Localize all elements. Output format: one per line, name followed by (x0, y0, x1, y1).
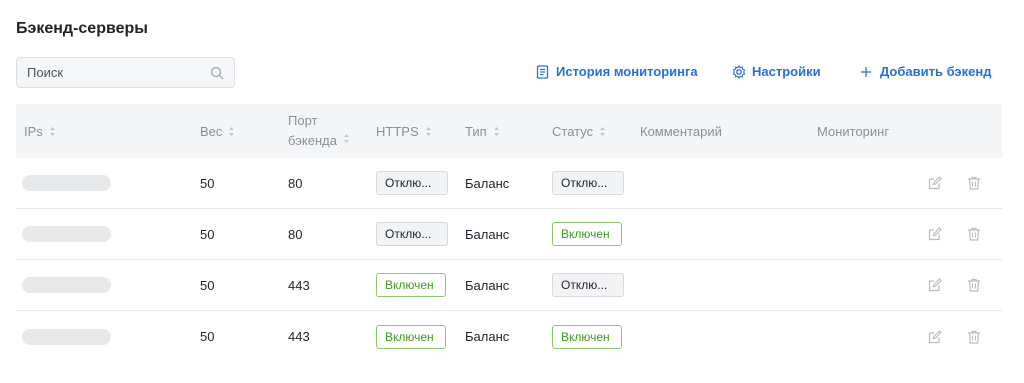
table-row: 50 80 Отклю... Баланс Отклю... (16, 158, 1002, 209)
column-label-monitoring: Мониторинг (817, 123, 890, 139)
column-label-comment: Комментарий (640, 123, 722, 139)
plus-icon (860, 65, 874, 79)
ip-placeholder (22, 175, 111, 191)
type-cell: Баланс (465, 329, 510, 344)
sort-icon[interactable] (599, 126, 606, 137)
document-icon (536, 64, 550, 79)
status-badge: Включен (552, 324, 622, 349)
search-input[interactable] (27, 65, 210, 80)
edit-icon[interactable] (927, 329, 943, 345)
type-cell: Баланс (465, 277, 510, 293)
search-icon (210, 66, 224, 80)
https-status-badge: Включен (376, 324, 446, 349)
column-label-ips: IPs (24, 123, 43, 139)
trash-icon[interactable] (966, 175, 982, 191)
sort-icon[interactable] (425, 126, 432, 137)
column-header-https[interactable]: HTTPS (376, 104, 432, 158)
column-label-port: Порт бэкенда (288, 111, 337, 151)
sort-icon[interactable] (228, 126, 235, 137)
https-status-badge: Отклю... (376, 171, 448, 195)
weight-cell: 50 (200, 175, 215, 191)
trash-icon[interactable] (966, 329, 982, 345)
status-badge: Отклю... (552, 273, 624, 297)
status-badge: Включен (552, 222, 622, 246)
column-header-monitoring: Мониторинг (817, 104, 889, 158)
column-header-weight[interactable]: Вес (200, 104, 235, 158)
add-backend-button[interactable]: Добавить бэкенд (860, 64, 991, 79)
column-label-port-line1: Порт (288, 113, 318, 128)
column-header-type[interactable]: Тип (465, 104, 500, 158)
page-title: Бэкенд-серверы (16, 20, 148, 37)
settings-button[interactable]: Настройки (732, 64, 821, 79)
status-badge: Отклю... (552, 171, 624, 195)
sort-icon[interactable] (343, 133, 350, 144)
settings-label: Настройки (752, 64, 821, 79)
port-cell: 443 (288, 277, 310, 293)
weight-cell: 50 (200, 277, 215, 293)
column-label-type: Тип (465, 123, 487, 139)
sort-icon[interactable] (493, 126, 500, 137)
edit-icon[interactable] (927, 277, 943, 293)
edit-icon[interactable] (927, 226, 943, 242)
monitoring-history-button[interactable]: История мониторинга (536, 64, 698, 79)
column-label-port-line2: бэкенда (288, 133, 337, 148)
https-status-badge: Отклю... (376, 222, 448, 246)
column-label-https: HTTPS (376, 123, 419, 139)
table-header: IPs Вес Порт бэкенда HTTPS Тип Статус Ко… (16, 104, 1002, 158)
type-cell: Баланс (465, 175, 510, 191)
column-header-comment: Комментарий (640, 104, 722, 158)
sort-icon[interactable] (49, 126, 56, 137)
weight-cell: 50 (200, 226, 215, 242)
ip-placeholder (22, 277, 111, 293)
table-row: 50 80 Отклю... Баланс Включен (16, 209, 1002, 260)
weight-cell: 50 (200, 329, 215, 344)
trash-icon[interactable] (966, 277, 982, 293)
add-backend-label: Добавить бэкенд (880, 64, 992, 79)
ip-placeholder (22, 328, 111, 345)
table-row: 50 443 Включен Баланс Включен (16, 311, 1002, 362)
ip-placeholder (22, 226, 111, 242)
trash-icon[interactable] (966, 226, 982, 242)
column-header-status[interactable]: Статус (552, 104, 606, 158)
search-field[interactable] (16, 57, 235, 88)
backends-table: IPs Вес Порт бэкенда HTTPS Тип Статус Ко… (16, 104, 1002, 362)
column-header-port[interactable]: Порт бэкенда (288, 104, 350, 158)
port-cell: 80 (288, 175, 303, 191)
table-row: 50 443 Включен Баланс Отклю... (16, 260, 1002, 311)
gear-icon (732, 64, 746, 79)
column-label-weight: Вес (200, 123, 223, 139)
type-cell: Баланс (465, 226, 510, 242)
edit-icon[interactable] (927, 175, 943, 191)
column-label-status: Статус (552, 123, 594, 139)
monitoring-history-label: История мониторинга (556, 64, 698, 79)
port-cell: 80 (288, 226, 303, 242)
port-cell: 443 (288, 329, 310, 344)
column-header-ips[interactable]: IPs (24, 104, 56, 158)
https-status-badge: Включен (376, 273, 446, 297)
